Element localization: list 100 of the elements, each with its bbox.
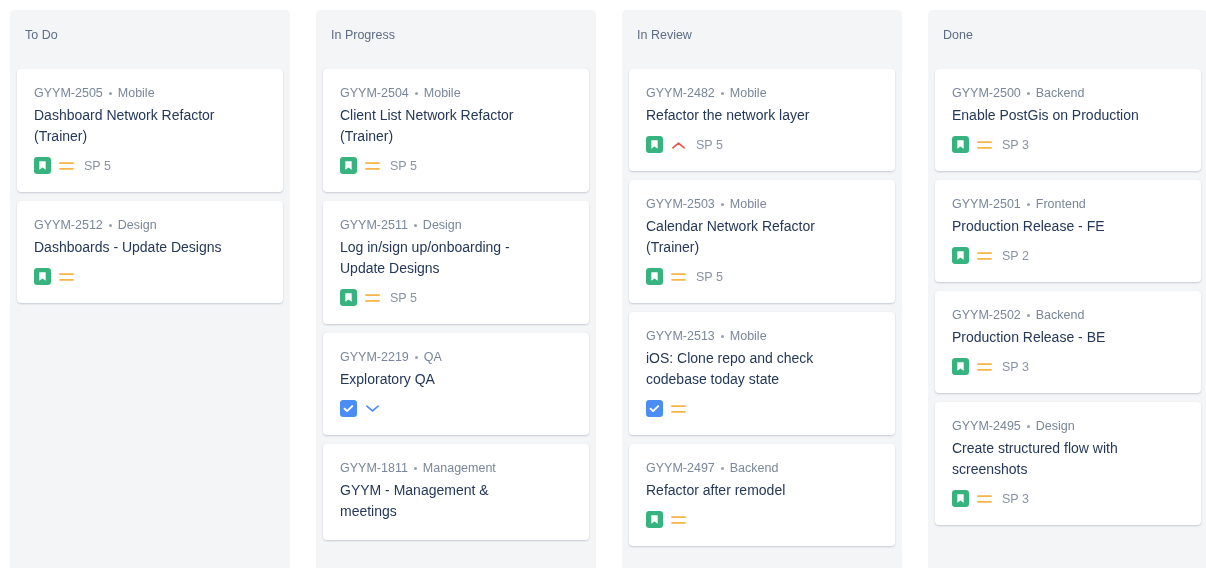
story-points: SP 2 <box>1002 248 1029 263</box>
issue-card[interactable]: GYYM-2500 Backend Enable PostGis on Production SP 3 <box>935 69 1201 171</box>
issue-component: Mobile <box>729 197 767 211</box>
chevron-up-icon <box>671 139 686 150</box>
issue-key: GYYM-2502 <box>952 308 1021 322</box>
issue-key: GYYM-1811 <box>340 461 408 475</box>
separator-dot <box>1026 91 1030 95</box>
issue-key: GYYM-2504 <box>340 86 409 100</box>
bookmark-icon <box>646 511 663 528</box>
issue-component: Backend <box>1035 86 1085 100</box>
separator-dot <box>108 91 112 95</box>
equals-icon <box>59 271 74 282</box>
separator-dot <box>414 355 418 359</box>
issue-key: GYYM-2500 <box>952 86 1021 100</box>
issue-title: Production Release - BE <box>952 328 1107 347</box>
issue-card[interactable]: GYYM-2495 Design Create structured flow with screenshots SP 3 <box>935 402 1201 525</box>
story-points: SP 5 <box>696 137 723 152</box>
story-points: SP 5 <box>84 158 111 173</box>
chevron-down-icon <box>365 403 380 414</box>
issue-card[interactable]: GYYM-2501 Frontend Production Release - FE SP 2 <box>935 180 1201 282</box>
issue-title: Dashboards - Update Designs <box>34 238 223 257</box>
equals-icon <box>977 139 992 150</box>
bookmark-icon <box>340 289 357 306</box>
issue-key: GYYM-2505 <box>34 86 103 100</box>
separator-dot <box>1026 313 1030 317</box>
equals-icon <box>365 292 380 303</box>
equals-icon <box>671 271 686 282</box>
issue-title: Calendar Network Refactor (Trainer) <box>646 217 816 257</box>
column-title: In Review <box>636 27 693 44</box>
issue-key: GYYM-2219 <box>340 350 409 364</box>
issue-title: Refactor the network layer <box>646 106 811 125</box>
equals-icon <box>59 160 74 171</box>
issue-title: Create structured flow with screenshots <box>952 439 1119 479</box>
issue-card[interactable]: GYYM-2503 Mobile Calendar Network Refactor (Trainer) SP 5 <box>629 180 895 303</box>
separator-dot <box>413 223 417 227</box>
issue-card[interactable]: GYYM-2502 Backend Production Release - BE SP 3 <box>935 291 1201 393</box>
issue-title: Refactor after remodel <box>646 481 787 500</box>
separator-dot <box>720 466 724 470</box>
bookmark-icon <box>646 268 663 285</box>
separator-dot <box>1026 202 1030 206</box>
bookmark-icon <box>340 157 357 174</box>
equals-icon <box>671 514 686 525</box>
issue-component: Mobile <box>729 86 767 100</box>
issue-card[interactable]: GYYM-2482 Mobile Refactor the network layer SP 5 <box>629 69 895 171</box>
issue-title: Log in/sign up/onboarding - Update Designs <box>340 238 511 278</box>
bookmark-icon <box>952 490 969 507</box>
equals-icon <box>671 403 686 414</box>
issue-card[interactable]: GYYM-2512 Design Dashboards - Update Designs <box>17 201 283 303</box>
issue-card[interactable]: GYYM-2513 Mobile iOS: Clone repo and check codebase today state <box>629 312 895 435</box>
bookmark-icon <box>34 268 51 285</box>
equals-icon <box>365 160 380 171</box>
issue-card[interactable]: GYYM-2497 Backend Refactor after remodel <box>629 444 895 546</box>
issue-component: Mobile <box>117 86 155 100</box>
issue-card[interactable]: GYYM-2504 Mobile Client List Network Refactor (Trainer) SP 5 <box>323 69 589 192</box>
issue-key: GYYM-2482 <box>646 86 715 100</box>
bookmark-icon <box>952 358 969 375</box>
issue-card[interactable]: GYYM-2505 Mobile Dashboard Network Refactor (Trainer) SP 5 <box>17 69 283 192</box>
separator-dot <box>720 202 724 206</box>
issue-title: Enable PostGis on Production <box>952 106 1140 125</box>
column-title: To Do <box>24 27 59 44</box>
bookmark-icon <box>952 136 969 153</box>
issue-key: GYYM-2513 <box>646 329 715 343</box>
column-title: Done <box>942 27 974 44</box>
equals-icon <box>977 493 992 504</box>
issue-key: GYYM-2503 <box>646 197 715 211</box>
separator-dot <box>720 334 724 338</box>
column-title: In Progress <box>330 27 396 44</box>
story-points: SP 5 <box>390 158 417 173</box>
story-points: SP 3 <box>1002 359 1029 374</box>
issue-title: Exploratory QA <box>340 370 436 389</box>
checkbox-icon <box>340 400 357 417</box>
issue-key: GYYM-2501 <box>952 197 1021 211</box>
issue-title: iOS: Clone repo and check codebase today state <box>646 349 815 389</box>
separator-dot <box>413 466 417 470</box>
issue-component: Design <box>422 218 462 232</box>
issue-component: Management <box>422 461 496 475</box>
separator-dot <box>720 91 724 95</box>
issue-component: Frontend <box>1035 197 1086 211</box>
issue-key: GYYM-2511 <box>340 218 408 232</box>
equals-icon <box>977 361 992 372</box>
issue-card[interactable]: GYYM-2511 Design Log in/sign up/onboarding - Update Designs SP 5 <box>323 201 589 324</box>
issue-title: Client List Network Refactor (Trainer) <box>340 106 515 146</box>
checkbox-icon <box>646 400 663 417</box>
issue-component: Design <box>117 218 157 232</box>
story-points: SP 3 <box>1002 491 1029 506</box>
issue-component: Design <box>1035 419 1075 433</box>
issue-title: Dashboard Network Refactor (Trainer) <box>34 106 216 146</box>
story-points: SP 3 <box>1002 137 1029 152</box>
equals-icon <box>977 250 992 261</box>
story-points: SP 5 <box>390 290 417 305</box>
separator-dot <box>108 223 112 227</box>
issue-component: Mobile <box>729 329 767 343</box>
issue-component: Backend <box>729 461 779 475</box>
issue-title: Production Release - FE <box>952 217 1106 236</box>
story-points: SP 5 <box>696 269 723 284</box>
issue-card[interactable]: GYYM-2219 QA Exploratory QA <box>323 333 589 435</box>
issue-title: GYYM - Management & meetings <box>340 481 490 521</box>
issue-card[interactable]: GYYM-1811 Management GYYM - Management & meetings <box>323 444 589 540</box>
separator-dot <box>414 91 418 95</box>
bookmark-icon <box>646 136 663 153</box>
